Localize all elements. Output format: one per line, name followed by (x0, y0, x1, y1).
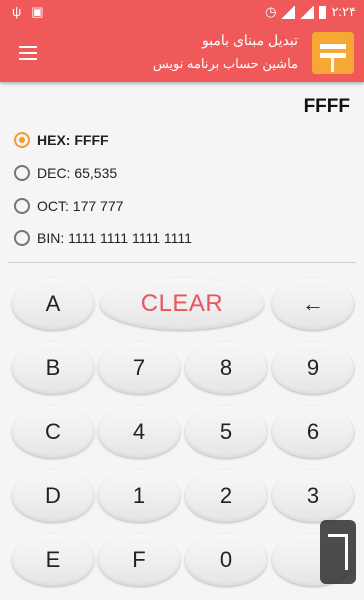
radio-label: DEC: 65,535 (37, 165, 118, 181)
app-logo-icon (312, 32, 354, 74)
key-d[interactable]: D (12, 470, 94, 522)
display-value: FFFF (303, 96, 350, 117)
radio-label: OCT: 177 777 (37, 198, 124, 214)
key-f[interactable]: F (98, 534, 180, 586)
store-logo-icon (320, 520, 356, 584)
radio-label: HEX: FFFF (37, 132, 109, 148)
radio-label: BIN: 1111 1111 1111 1111 (37, 230, 192, 246)
app-subtitle: ماشین حساب برنامه نویس (152, 56, 298, 71)
key-b[interactable]: B (12, 342, 94, 394)
radio-dec[interactable]: DEC: 65,535 (14, 165, 117, 181)
key-1[interactable]: 1 (98, 470, 180, 522)
key-a[interactable]: A (12, 278, 94, 330)
app-title: تبدیل مبنای بامبو (201, 32, 298, 48)
radio-button-icon[interactable] (14, 230, 30, 246)
radio-button-icon[interactable] (14, 132, 30, 148)
alarm-icon: ◷ (265, 4, 277, 19)
signal-icon (300, 5, 315, 19)
key-e[interactable]: E (12, 534, 94, 586)
key-6[interactable]: 6 (272, 406, 354, 458)
key-9[interactable]: 9 (272, 342, 354, 394)
menu-button[interactable] (8, 34, 48, 72)
divider (8, 262, 356, 263)
key-3[interactable]: 3 (272, 470, 354, 522)
radio-button-icon[interactable] (14, 165, 30, 181)
key-2[interactable]: 2 (185, 470, 267, 522)
status-time: ۲:۲۴ (331, 4, 356, 19)
usb-icon: ψ (12, 4, 22, 19)
hamburger-icon (19, 46, 37, 48)
clear-button[interactable]: CLEAR (100, 278, 264, 330)
radio-bin[interactable]: BIN: 1111 1111 1111 1111 (14, 230, 192, 246)
battery-icon (319, 5, 327, 19)
android-icon: ▣ (31, 4, 44, 19)
signal-icon (281, 5, 296, 19)
key-7[interactable]: 7 (98, 342, 180, 394)
key-5[interactable]: 5 (185, 406, 267, 458)
backspace-button[interactable]: ← (272, 278, 354, 330)
radio-hex[interactable]: HEX: FFFF (14, 132, 109, 148)
key-8[interactable]: 8 (185, 342, 267, 394)
radio-button-icon[interactable] (14, 198, 30, 214)
key-c[interactable]: C (12, 406, 94, 458)
key-4[interactable]: 4 (98, 406, 180, 458)
key-0[interactable]: 0 (185, 534, 267, 586)
app-bar: تبدیل مبنای بامبو ماشین حساب برنامه نویس (0, 24, 364, 82)
status-bar: ψ ▣ ◷ ۲:۲۴ (0, 0, 364, 24)
radio-oct[interactable]: OCT: 177 777 (14, 198, 123, 214)
